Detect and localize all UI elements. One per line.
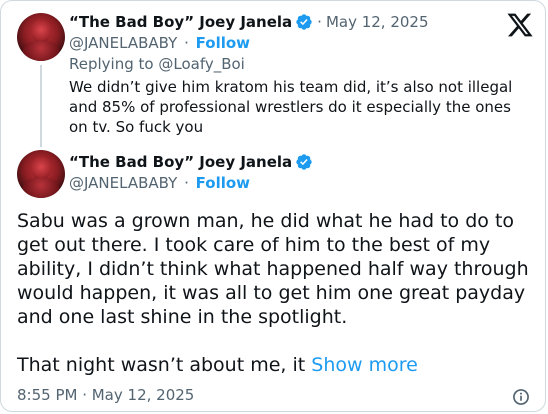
- tweet-paragraph-text: That night wasn’t about me, it: [17, 354, 306, 376]
- tweet-date[interactable]: May 12, 2025: [326, 12, 429, 32]
- x-logo-icon[interactable]: [506, 11, 534, 39]
- main-handle-row: @JANELABABY · Follow: [69, 173, 250, 193]
- display-name[interactable]: “The Bad Boy” Joey Janela: [69, 152, 292, 172]
- replying-prefix: Replying to: [69, 55, 154, 73]
- display-name[interactable]: “The Bad Boy” Joey Janela: [69, 12, 292, 32]
- avatar[interactable]: [17, 13, 65, 61]
- embedded-tweet-card: “The Bad Boy” Joey Janela · May 12, 2025…: [0, 0, 546, 412]
- replying-to-mention[interactable]: @Loafy_Boi: [158, 55, 245, 73]
- handle[interactable]: @JANELABABY: [69, 34, 177, 52]
- info-icon[interactable]: [511, 387, 531, 407]
- verified-badge-icon: [296, 154, 312, 170]
- reply-handle-row: @JANELABABY · Follow: [69, 33, 250, 53]
- tweet-paragraph: That night wasn’t about me, it Show more: [17, 353, 537, 377]
- reply-tweet-text: We didn’t give him kratom his team did, …: [69, 78, 513, 136]
- thread-connector-line: [40, 65, 42, 147]
- show-more-link[interactable]: Show more: [311, 354, 418, 376]
- tweet-timestamp[interactable]: 8:55 PM · May 12, 2025: [17, 385, 194, 405]
- main-author-row: “The Bad Boy” Joey Janela: [69, 152, 313, 172]
- handle[interactable]: @JANELABABY: [69, 174, 177, 192]
- follow-button[interactable]: Follow: [196, 34, 250, 52]
- verified-badge-icon: [296, 14, 312, 30]
- reply-author-row: “The Bad Boy” Joey Janela · May 12, 2025: [69, 12, 429, 32]
- separator-dot: ·: [184, 174, 189, 192]
- replying-to: Replying to @Loafy_Boi: [69, 54, 245, 74]
- tweet-paragraph: Sabu was a grown man, he did what he had…: [17, 210, 529, 328]
- avatar[interactable]: [17, 150, 65, 198]
- follow-button[interactable]: Follow: [196, 174, 250, 192]
- separator-dot: ·: [184, 34, 189, 52]
- main-tweet-text: Sabu was a grown man, he did what he had…: [17, 209, 537, 377]
- separator-dot: ·: [317, 13, 322, 31]
